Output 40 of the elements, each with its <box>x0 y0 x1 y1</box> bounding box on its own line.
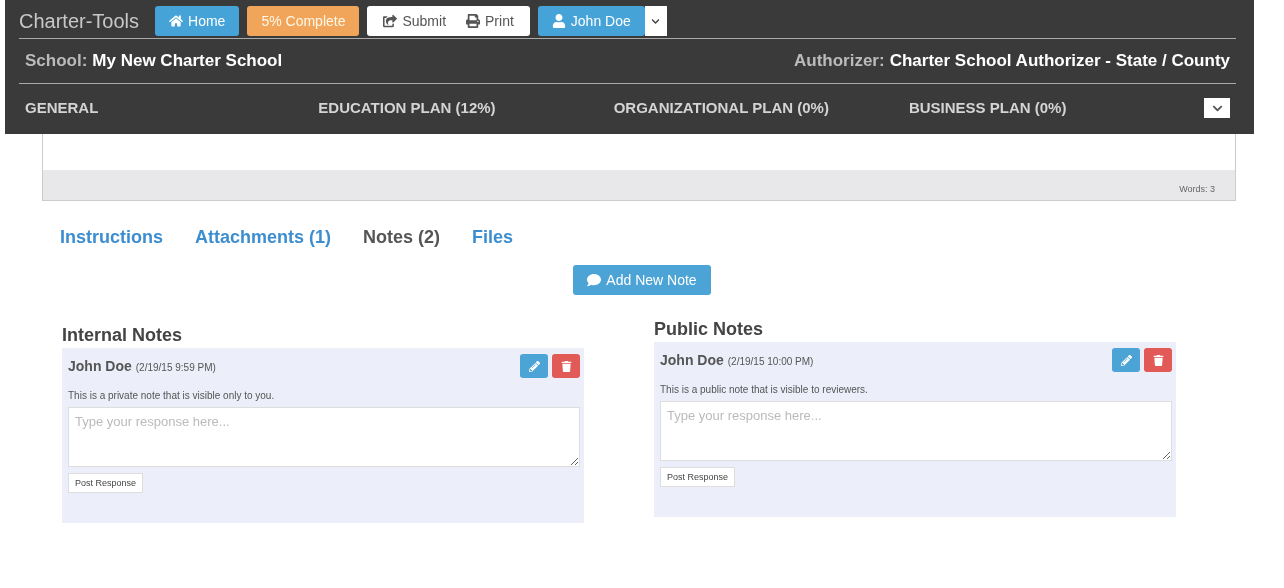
edit-button[interactable] <box>520 354 548 378</box>
school-label: School: <box>25 51 88 71</box>
plan-tab[interactable]: BUSINESS PLAN (0%) <box>908 99 1067 116</box>
expand-button[interactable] <box>1204 98 1230 118</box>
print-icon <box>466 14 481 28</box>
note-text: This is a public note that is visible to reviewers. <box>660 384 869 395</box>
user-icon <box>551 14 566 28</box>
response-field[interactable]: Type your response here... <box>660 401 1172 461</box>
pencil-icon <box>528 360 540 372</box>
tab[interactable]: Notes (2) <box>363 227 441 257</box>
trash-icon <box>1152 354 1164 366</box>
brand-name: Charter-Tools <box>19 9 140 33</box>
school-name: My New Charter School <box>92 51 283 71</box>
plan-tab[interactable]: EDUCATION PLAN (12%) <box>318 99 496 116</box>
authorizer-name: Charter School Authorizer - State / County <box>889 51 1230 71</box>
caret-icon <box>651 16 661 26</box>
dropdown-button[interactable] <box>644 6 667 36</box>
word-count: Words: 3 <box>1179 184 1215 194</box>
tab[interactable]: Instructions <box>60 227 163 257</box>
delete-button[interactable] <box>1144 348 1172 372</box>
note-text: This is a private note that is visible only to you. <box>68 390 276 401</box>
delete-button[interactable] <box>552 354 580 378</box>
pencil-icon <box>1120 354 1132 366</box>
note-author: John Doe (2/19/15 10:00 PM) <box>660 352 814 368</box>
edit-button[interactable] <box>1112 348 1140 372</box>
section-title: Public Notes <box>654 319 765 340</box>
tab[interactable]: Attachments (1) <box>195 227 332 257</box>
comment-icon <box>587 273 602 287</box>
authorizer-label: Authorizer: <box>794 51 885 71</box>
post-response-button[interactable]: Post Response <box>68 473 144 493</box>
submit-icon <box>383 14 398 28</box>
plan-tab[interactable]: ORGANIZATIONAL PLAN (0%) <box>613 99 829 116</box>
tab[interactable]: Files <box>472 227 514 257</box>
section-title: Internal Notes <box>62 325 184 346</box>
home-icon <box>169 14 184 28</box>
post-response-button[interactable]: Post Response <box>660 467 736 487</box>
note-author: John Doe (2/19/15 9:59 PM) <box>68 358 216 374</box>
response-field[interactable]: Type your response here... <box>68 407 580 467</box>
trash-icon <box>560 360 572 372</box>
plan-tab[interactable]: GENERAL <box>25 99 99 116</box>
